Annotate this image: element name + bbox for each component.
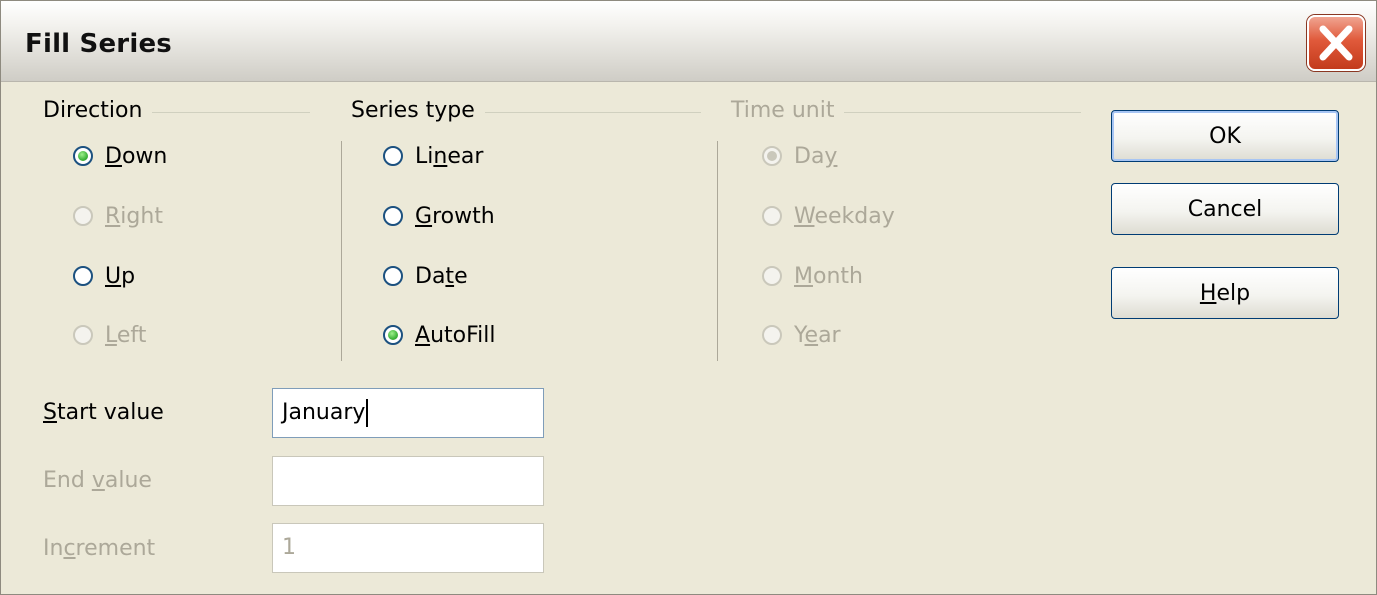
radio-direction-up[interactable]: Up [73,260,135,292]
radio-button-icon [73,206,93,226]
end-value-input[interactable] [272,456,544,506]
radio-label: Day [794,143,838,169]
start-value-label: Start value [43,400,164,425]
radio-time-day[interactable]: Day [762,140,837,172]
radio-label: AutoFill [415,322,496,348]
series-type-separator [341,141,342,361]
dialog-title: Fill Series [25,29,172,59]
radio-button-icon [762,325,782,345]
radio-button-icon [383,206,403,226]
direction-group-title: Direction [43,98,153,123]
radio-button-icon [762,266,782,286]
radio-button-icon [762,206,782,226]
radio-label: Date [415,263,468,289]
close-button[interactable] [1307,15,1365,71]
radio-label: Month [794,263,863,289]
increment-input[interactable]: 1 [272,523,544,573]
ok-button[interactable]: OK [1111,110,1339,162]
time-unit-group-title: Time unit [731,98,845,123]
cancel-button[interactable]: Cancel [1111,183,1339,235]
radio-button-icon [73,325,93,345]
radio-time-weekday[interactable]: Weekday [762,200,895,232]
increment-label: Increment [43,536,156,561]
radio-button-icon [73,266,93,286]
text-caret [366,399,369,427]
radio-label: Up [105,263,136,289]
help-button[interactable]: Help [1111,267,1339,319]
radio-button-icon [762,146,782,166]
title-bar[interactable]: Fill Series [1,1,1376,82]
fill-series-dialog: Fill Series Direction Down Right Up Left… [0,0,1377,595]
radio-label: Left [105,322,147,348]
radio-label: Right [105,203,163,229]
radio-button-icon [383,266,403,286]
radio-time-month[interactable]: Month [762,260,863,292]
end-value-label: End value [43,468,152,493]
radio-direction-down[interactable]: Down [73,140,167,172]
radio-button-icon [383,146,403,166]
series-type-group-title: Series type [351,98,485,123]
radio-label: Linear [415,143,484,169]
radio-direction-left[interactable]: Left [73,319,146,351]
radio-series-autofill[interactable]: AutoFill [383,319,495,351]
radio-label: Down [105,143,168,169]
radio-series-growth[interactable]: Growth [383,200,495,232]
radio-series-linear[interactable]: Linear [383,140,483,172]
time-unit-separator [717,141,718,361]
radio-label: Year [794,322,841,348]
radio-label: Weekday [794,203,895,229]
radio-direction-right[interactable]: Right [73,200,163,232]
radio-series-date[interactable]: Date [383,260,468,292]
start-value-input[interactable]: January [272,388,544,438]
radio-button-icon [383,325,403,345]
radio-label: Growth [415,203,495,229]
close-icon [1319,25,1353,61]
radio-button-icon [73,146,93,166]
radio-time-year[interactable]: Year [762,319,841,351]
